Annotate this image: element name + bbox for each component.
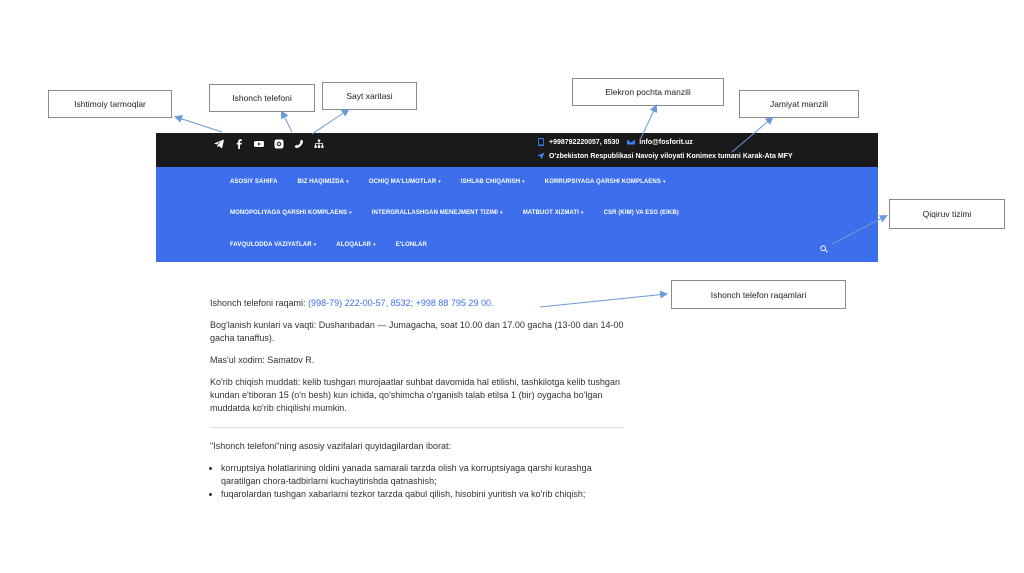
nav-item-label: ISHLAB CHIQARISH — [460, 179, 521, 185]
chevron-down-icon: ▾ — [346, 179, 349, 185]
envelope-icon — [627, 139, 636, 145]
nav-item[interactable]: FAVQULODDA VAZIYATLAR ▾ — [230, 242, 316, 248]
search-icon[interactable] — [820, 240, 830, 253]
nav-item-label: FAVQULODDA VAZIYATLAR — [230, 242, 312, 248]
facebook-icon[interactable] — [232, 137, 246, 151]
nav-item-label: MATBUOT XIZMATI — [522, 210, 579, 216]
nav-item[interactable]: MONOPOLIYAGA QARSHI KOMPLAENS ▾ — [230, 210, 352, 216]
nav-item[interactable]: INTERGRALLASHGAN MENEJMENT TIZIMI ▾ — [372, 210, 503, 216]
nav-item-label: ALOQALAR — [336, 242, 372, 248]
chevron-down-icon: ▾ — [580, 210, 584, 216]
callout-social: Ishtimoiy tarmoqlar — [48, 90, 172, 118]
nav-item[interactable]: E'LONLAR — [396, 242, 427, 248]
nav-item-label: E'LONLAR — [395, 242, 427, 248]
bottom-crop — [0, 512, 1024, 573]
youtube-icon[interactable] — [252, 137, 266, 151]
mobile-icon — [538, 138, 544, 146]
nav-row-3: FAVQULODDA VAZIYATLAR ▾ ALOQALAR ▾ E'LONLAR — [230, 242, 447, 248]
main-navigation: ASOSIY SAHIFA BIZ HAQIMIZDA ▾ OCHIQ MA'LUMO… — [156, 167, 878, 262]
telegram-icon[interactable] — [212, 137, 226, 151]
nav-item-label: KORRUPSIYAGA QARSHI KOMPLAENS — [544, 179, 661, 185]
instagram-icon[interactable] — [272, 137, 286, 151]
nav-item[interactable]: CSR (KIM) VA ESG (EIKB) — [604, 210, 679, 216]
nav-item-label: CSR (KIM) VA ESG (EIKB) — [603, 210, 679, 216]
contact-line-phone-email: +998792220057, 8530 info@fosforit.uz — [537, 138, 693, 146]
nav-item-label: BIZ HAQIMIZDA — [297, 179, 345, 185]
period-paragraph: Ko'rib chiqish muddati: kelib tushgan mu… — [210, 377, 620, 413]
nav-item[interactable]: ALOQALAR ▾ — [336, 242, 375, 248]
tasks-intro: "Ishonch telefoni"ning asosiy vazifalari… — [210, 441, 452, 451]
nav-item-label: INTERGRALLASHGAN MENEJMENT TIZIMI — [371, 210, 499, 216]
topbar-email[interactable]: info@fosforit.uz — [639, 139, 692, 146]
nav-item[interactable]: ASOSIY SAHIFA — [230, 179, 278, 185]
callout-sitemap: Sayt xaritasi — [322, 82, 417, 110]
callout-hotline: Ishonch telefoni — [209, 84, 315, 112]
callout-numbers: Ishonch telefon raqamlari — [671, 280, 846, 309]
tasks-list: korruptsiya holatlarining oldini yanada … — [210, 462, 624, 501]
nav-item-label: OCHIQ MA'LUMOTLAR — [368, 179, 437, 185]
chevron-down-icon: ▾ — [662, 179, 666, 185]
nav-item[interactable]: KORRUPSIYAGA QARSHI KOMPLAENS ▾ — [545, 179, 666, 185]
page-content: Ishonch telefoni raqami: (998-79) 222-00… — [210, 297, 624, 501]
sitemap-icon[interactable] — [312, 137, 326, 151]
list-item: korruptsiya holatlarining oldini yanada … — [221, 462, 624, 488]
nav-item-label: ASOSIY SAHIFA — [230, 179, 278, 185]
chevron-down-icon: ▾ — [349, 210, 352, 216]
hotline-label: Ishonch telefoni raqami: — [210, 298, 309, 308]
divider — [210, 427, 624, 428]
contact-line-address: O'zbekiston Respublikasi Navoiy viloyati… — [537, 152, 793, 160]
hours-paragraph: Bog'lanish kunlari va vaqti: Dushanbadan… — [210, 320, 624, 343]
hotline-numbers-link[interactable]: (998-79) 222-00-57, 8532; +998 88 795 29… — [308, 298, 493, 308]
chevron-down-icon: ▾ — [313, 242, 317, 248]
callout-address: Jamiyat manzili — [739, 90, 859, 118]
top-bar: +998792220057, 8530 info@fosforit.uz O'z… — [156, 133, 878, 167]
topbar-address: O'zbekiston Respublikasi Navoiy viloyati… — [549, 152, 793, 160]
topbar-phone[interactable]: +998792220057, 8530 — [549, 139, 619, 146]
chevron-down-icon: ▾ — [438, 179, 441, 185]
nav-item[interactable]: BIZ HAQIMIZDA ▾ — [298, 179, 349, 185]
map-pin-icon — [537, 152, 545, 160]
nav-row-1: ASOSIY SAHIFA BIZ HAQIMIZDA ▾ OCHIQ MA'LUMO… — [230, 179, 686, 185]
chevron-down-icon: ▾ — [522, 179, 525, 185]
list-item: fuqarolardan tushgan xabarlarni tezkor t… — [221, 488, 624, 501]
phone-icon[interactable] — [292, 137, 306, 151]
chevron-down-icon: ▾ — [373, 242, 376, 248]
chevron-down-icon: ▾ — [500, 210, 503, 216]
callout-search: Qiqiruv tizimi — [889, 199, 1005, 229]
officer-paragraph: Mas'ul xodim: Samatov R. — [210, 355, 315, 365]
nav-item[interactable]: ISHLAB CHIQARISH ▾ — [461, 179, 525, 185]
hotline-paragraph: Ishonch telefoni raqami: (998-79) 222-00… — [210, 297, 624, 310]
callout-email: Elekron pochta manzili — [572, 78, 724, 106]
social-icons — [212, 137, 326, 151]
nav-item[interactable]: MATBUOT XIZMATI ▾ — [523, 210, 584, 216]
nav-item-label: MONOPOLIYAGA QARSHI KOMPLAENS — [230, 210, 348, 216]
nav-item[interactable]: OCHIQ MA'LUMOTLAR ▾ — [369, 179, 441, 185]
nav-row-2: MONOPOLIYAGA QARSHI KOMPLAENS ▾ INTERGRALL… — [230, 210, 699, 216]
